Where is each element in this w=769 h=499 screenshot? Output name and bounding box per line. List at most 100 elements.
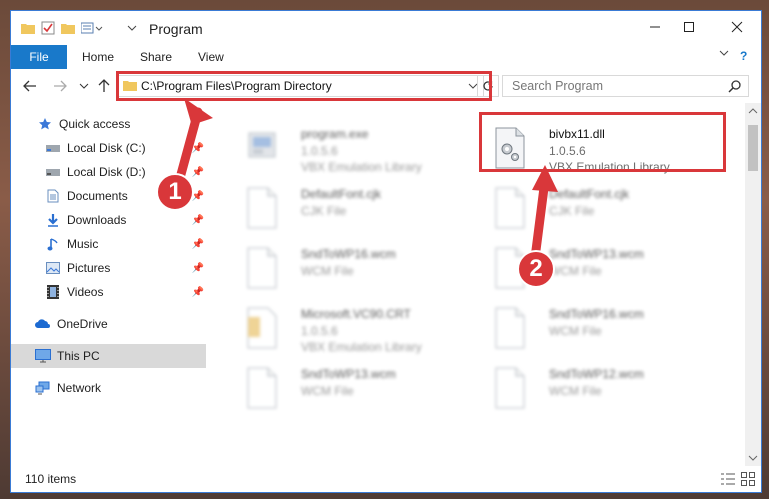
blank-file-icon <box>493 307 527 349</box>
pin-icon[interactable]: 📌 <box>192 143 204 154</box>
sidebar-item-pictures[interactable]: Pictures 📌 <box>11 256 206 280</box>
new-folder-icon[interactable] <box>61 19 75 37</box>
file-type: WCM File <box>549 264 602 278</box>
back-arrow-icon <box>23 80 36 92</box>
search-field[interactable]: Search Program <box>502 75 749 97</box>
manifest-file-icon <box>245 307 279 349</box>
documents-icon <box>45 188 61 204</box>
file-name: DefaultFont.cjk <box>549 187 630 201</box>
sidebar-item-videos[interactable]: Videos 📌 <box>11 280 206 304</box>
sidebar-item-label: Pictures <box>67 261 111 275</box>
search-icon[interactable] <box>728 79 742 93</box>
file-name: DefaultFont.cjk <box>301 187 382 201</box>
ribbon-tabs: File Home Share View ? <box>11 45 761 101</box>
list-item[interactable]: SndToWP12.wcm WCM File <box>479 361 719 417</box>
scroll-up-icon[interactable] <box>745 103 761 119</box>
music-icon <box>45 236 61 252</box>
sidebar-item-quick-access[interactable]: Quick access <box>11 112 206 136</box>
file-type: WCM File <box>549 384 602 398</box>
sidebar-item-label: Local Disk (D:) <box>67 165 146 179</box>
explorer-window: Program File Home Share View ? C:\Progra… <box>10 10 762 493</box>
sidebar-item-label: Videos <box>67 285 104 299</box>
vertical-scrollbar[interactable] <box>745 103 761 466</box>
list-item[interactable]: SndToWP13.wcm WCM File <box>231 361 471 417</box>
pictures-icon <box>45 260 61 276</box>
tab-view[interactable]: View <box>198 45 224 69</box>
network-icon <box>35 380 51 396</box>
file-name: SndToWP16.wcm <box>301 247 396 261</box>
file-name: program.exe <box>301 127 369 141</box>
sidebar-item-this-pc[interactable]: This PC <box>11 344 206 368</box>
sidebar-item-network[interactable]: Network <box>11 376 206 400</box>
list-item[interactable]: Microsoft.VC90.CRT 1.0.5.6 VBX Emulation… <box>231 301 471 357</box>
file-name: SndToWP13.wcm <box>549 247 644 261</box>
pin-icon[interactable]: 📌 <box>192 215 204 226</box>
tiles-view-icon[interactable] <box>741 472 755 486</box>
file-name: SndToWP12.wcm <box>549 367 644 381</box>
scroll-down-icon[interactable] <box>745 450 761 466</box>
minimize-button[interactable] <box>641 17 669 37</box>
maximize-button[interactable] <box>675 17 703 37</box>
sidebar-item-local-disk-c[interactable]: Local Disk (C:) 📌 <box>11 136 206 160</box>
list-item[interactable]: SndToWP16.wcm WCM File <box>479 301 719 357</box>
file-description: VBX Emulation Library <box>301 340 422 354</box>
tab-share[interactable]: Share <box>140 45 172 69</box>
dropdown-icon[interactable] <box>127 19 137 37</box>
forward-arrow-icon <box>54 80 67 92</box>
sidebar-item-downloads[interactable]: Downloads 📌 <box>11 208 206 232</box>
pin-icon[interactable]: 📌 <box>192 287 204 298</box>
back-button[interactable] <box>21 77 39 95</box>
pin-icon[interactable]: 📌 <box>192 239 204 250</box>
help-icon[interactable]: ? <box>740 45 747 69</box>
blank-file-icon <box>493 187 527 229</box>
file-type: WCM File <box>549 324 602 338</box>
status-bar: 110 items <box>11 466 761 492</box>
step-badge-1: 1 <box>156 173 194 211</box>
chevron-down-icon <box>79 83 89 89</box>
step-badge-2: 2 <box>517 250 555 288</box>
recent-locations-button[interactable] <box>75 77 93 95</box>
close-icon <box>731 21 743 33</box>
scrollbar-thumb[interactable] <box>748 125 758 171</box>
details-view-icon[interactable] <box>721 473 735 485</box>
file-type: WCM File <box>301 384 354 398</box>
customize-toolbar-icon[interactable] <box>81 19 105 37</box>
blank-file-icon <box>245 367 279 409</box>
star-icon <box>37 116 53 132</box>
list-item[interactable]: SndToWP13.wcm WCM File <box>479 241 719 297</box>
sidebar-item-onedrive[interactable]: OneDrive <box>11 312 206 336</box>
sidebar-item-label: OneDrive <box>57 317 108 331</box>
sidebar-item-music[interactable]: Music 📌 <box>11 232 206 256</box>
list-item[interactable]: program.exe 1.0.5.6 VBX Emulation Librar… <box>231 121 471 177</box>
ribbon-expand-icon[interactable] <box>718 47 730 71</box>
folder-icon <box>21 19 35 37</box>
list-item[interactable]: DefaultFont.cjk CJK File <box>479 181 719 237</box>
pin-icon[interactable]: 📌 <box>192 167 204 178</box>
close-button[interactable] <box>723 17 751 37</box>
sidebar-item-label: Downloads <box>67 213 127 227</box>
file-type: CJK File <box>549 204 595 218</box>
file-type: CJK File <box>301 204 347 218</box>
forward-button[interactable] <box>51 77 69 95</box>
drive-icon <box>45 140 61 156</box>
minimize-icon <box>650 26 660 28</box>
item-count: 110 items <box>25 472 77 486</box>
pin-icon[interactable]: 📌 <box>192 263 204 274</box>
file-description: VBX Emulation Library <box>301 160 422 174</box>
file-name: SndToWP16.wcm <box>549 307 644 321</box>
list-item[interactable]: SndToWP16.wcm WCM File <box>231 241 471 297</box>
pc-icon <box>35 348 51 364</box>
file-version: 1.0.5.6 <box>301 144 338 158</box>
cloud-icon <box>35 316 51 332</box>
tab-home[interactable]: Home <box>82 45 114 69</box>
properties-icon[interactable] <box>41 19 55 37</box>
file-version: 1.0.5.6 <box>301 324 338 338</box>
window-title: Program <box>149 21 203 37</box>
sidebar-item-label: This PC <box>57 349 100 363</box>
file-name: Microsoft.VC90.CRT <box>301 307 411 321</box>
search-placeholder: Search Program <box>512 79 604 93</box>
up-button[interactable] <box>95 77 113 95</box>
blank-file-icon <box>493 367 527 409</box>
navigation-pane: Quick access Local Disk (C:) 📌 Local Dis… <box>11 103 206 466</box>
list-item[interactable]: DefaultFont.cjk CJK File <box>231 181 471 237</box>
